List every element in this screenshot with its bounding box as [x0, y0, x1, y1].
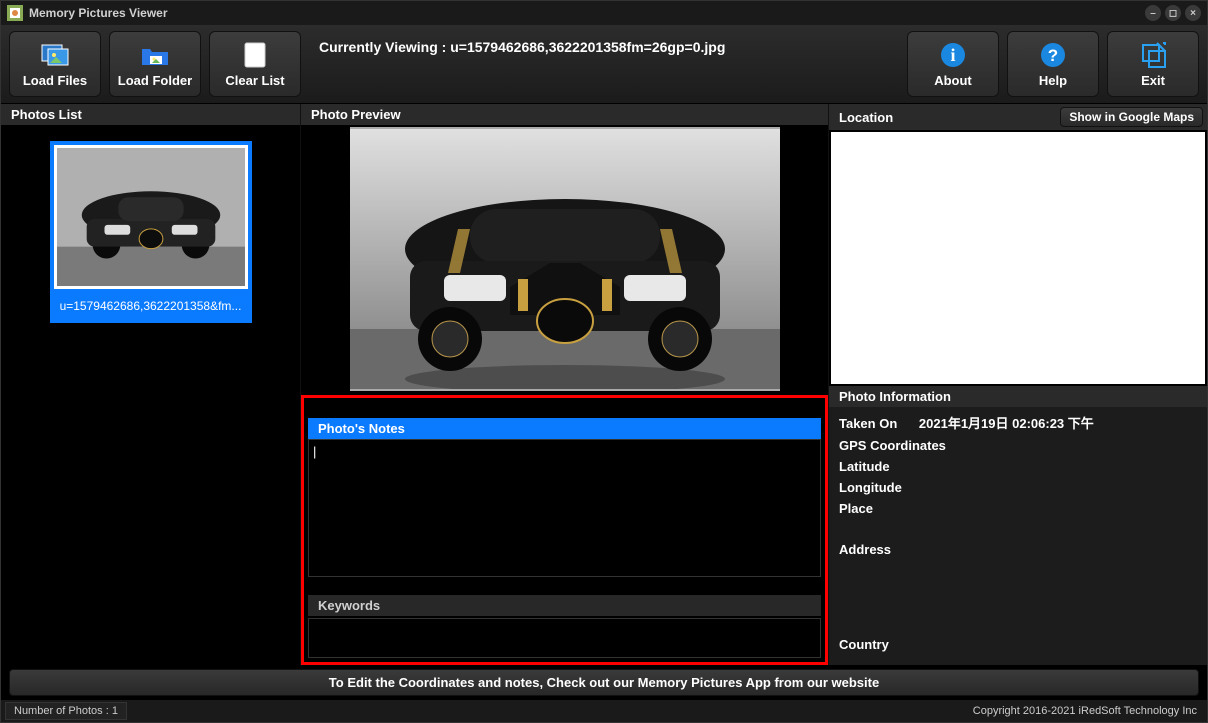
toolbar: Load Files Load Folder Clear List Curren… — [1, 25, 1207, 104]
taken-on-row: Taken On 2021年1月19日 02:06:23 下午 — [839, 413, 1197, 432]
keywords-input[interactable] — [308, 618, 821, 658]
exit-label: Exit — [1141, 73, 1165, 88]
app-icon — [7, 5, 23, 21]
about-label: About — [934, 73, 972, 88]
photos-list-header: Photos List — [1, 104, 300, 125]
copyright: Copyright 2016-2021 iRedSoft Technology … — [963, 705, 1207, 717]
address-row: Address — [839, 542, 1197, 557]
taken-on-value: 2021年1月19日 02:06:23 下午 — [919, 413, 1094, 432]
help-icon: ? — [1038, 41, 1068, 69]
keywords-header: Keywords — [308, 595, 821, 616]
exit-icon — [1138, 41, 1168, 69]
exit-button[interactable]: Exit — [1107, 31, 1199, 97]
photo-info-header: Photo Information — [829, 386, 1207, 407]
thumbnail-label: u=1579462686,3622201358&fm... — [54, 289, 248, 319]
photos-list-body[interactable]: u=1579462686,3622201358&fm... — [1, 125, 300, 665]
currently-viewing: Currently Viewing : u=1579462686,3622201… — [309, 31, 899, 97]
thumbnail-image — [54, 145, 248, 289]
close-button[interactable]: × — [1185, 5, 1201, 21]
taken-on-label: Taken On — [839, 416, 897, 431]
blank-page-icon — [240, 41, 270, 69]
preview-header: Photo Preview — [301, 104, 828, 125]
photo-thumbnail[interactable]: u=1579462686,3622201358&fm... — [50, 141, 252, 323]
location-label: Location — [839, 110, 893, 125]
help-button[interactable]: ? Help — [1007, 31, 1099, 97]
show-google-maps-button[interactable]: Show in Google Maps — [1060, 107, 1203, 127]
minimize-button[interactable]: – — [1145, 5, 1161, 21]
gps-row: GPS Coordinates — [839, 438, 1197, 453]
longitude-row: Longitude — [839, 480, 1197, 495]
map-area[interactable] — [831, 132, 1205, 384]
svg-text:?: ? — [1048, 46, 1058, 65]
about-button[interactable]: i About — [907, 31, 999, 97]
load-folder-label: Load Folder — [118, 73, 192, 88]
info-icon: i — [938, 41, 968, 69]
preview-panel: Photo Preview — [301, 104, 829, 665]
viewing-filename: u=1579462686,3622201358fm=26gp=0.jpg — [450, 39, 725, 55]
photo-count: Number of Photos : 1 — [5, 702, 127, 720]
load-folder-button[interactable]: Load Folder — [109, 31, 201, 97]
location-header: Location Show in Google Maps — [829, 104, 1207, 130]
country-row: Country — [839, 637, 1197, 652]
clear-list-button[interactable]: Clear List — [209, 31, 301, 97]
viewing-prefix: Currently Viewing : — [319, 39, 450, 55]
photos-list-panel: Photos List — [1, 104, 301, 665]
notes-keywords-region: Photo's Notes Keywords — [301, 395, 828, 665]
photos-notes-textarea[interactable] — [308, 439, 821, 577]
load-files-label: Load Files — [23, 73, 87, 88]
status-bar: Number of Photos : 1 Copyright 2016-2021… — [1, 700, 1207, 722]
photo-info-body: Taken On 2021年1月19日 02:06:23 下午 GPS Coor… — [829, 407, 1207, 665]
preview-image — [350, 127, 780, 391]
place-row: Place — [839, 501, 1197, 516]
footer-message: To Edit the Coordinates and notes, Check… — [9, 669, 1199, 696]
photos-notes-header: Photo's Notes — [308, 418, 821, 439]
maximize-button[interactable]: ◻ — [1165, 5, 1181, 21]
app-title: Memory Pictures Viewer — [29, 6, 168, 20]
svg-text:i: i — [950, 45, 955, 65]
load-files-button[interactable]: Load Files — [9, 31, 101, 97]
latitude-row: Latitude — [839, 459, 1197, 474]
folder-icon — [140, 41, 170, 69]
preview-body — [301, 125, 828, 393]
help-label: Help — [1039, 73, 1067, 88]
title-bar: Memory Pictures Viewer – ◻ × — [1, 1, 1207, 25]
clear-list-label: Clear List — [225, 73, 284, 88]
pictures-icon — [40, 41, 70, 69]
right-column: Location Show in Google Maps Photo Infor… — [829, 104, 1207, 665]
